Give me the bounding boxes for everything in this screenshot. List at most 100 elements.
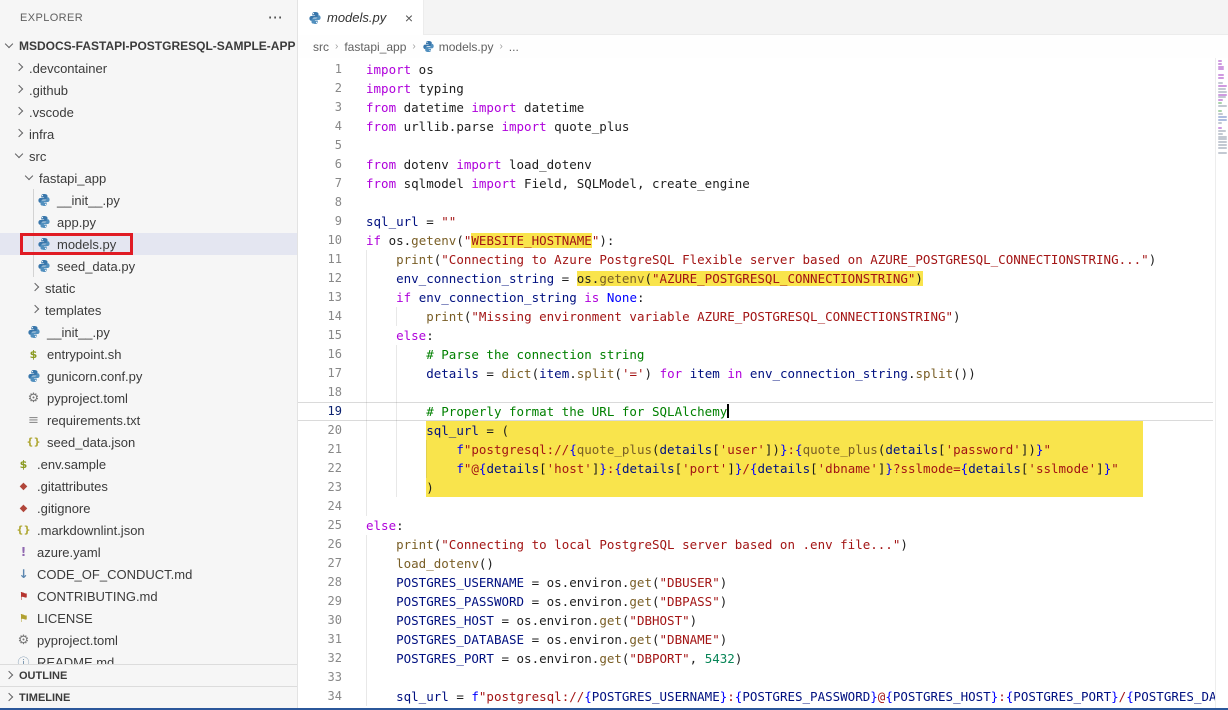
code-line-9[interactable]: 9sql_url = "" <box>298 212 1215 231</box>
flagred-icon: ⚑ <box>16 588 31 604</box>
tree-item-label: pyproject.toml <box>47 391 128 406</box>
code-line-8[interactable]: 8 <box>298 193 1215 212</box>
code-line-16[interactable]: 16 # Parse the connection string <box>298 345 1215 364</box>
code-line-2[interactable]: 2import typing <box>298 79 1215 98</box>
code-line-5[interactable]: 5 <box>298 136 1215 155</box>
sidebar-panels: OUTLINETIMELINE <box>0 664 297 708</box>
breadcrumb-item-fastapi_app[interactable]: fastapi_app <box>344 40 406 54</box>
tree-item-label: MSDOCS-FASTAPI-POSTGRESQL-SAMPLE-APP [GI… <box>19 39 297 53</box>
code-text: if env_connection_string is None: <box>366 288 645 307</box>
code-line-33[interactable]: 33 <box>298 668 1215 687</box>
tree-item-static[interactable]: static <box>0 277 297 299</box>
tree-item-fastapi-app[interactable]: fastapi_app <box>0 167 297 189</box>
tree-item-templates[interactable]: templates <box>0 299 297 321</box>
code-line-19[interactable]: 19 # Properly format the URL for SQLAlch… <box>298 402 1215 421</box>
tree-item-gunicorn-conf-py[interactable]: gunicorn.conf.py <box>0 365 297 387</box>
line-number: 8 <box>298 193 342 212</box>
code-text: f"@{details['host']}:{details['port']}/{… <box>366 459 1119 478</box>
code-line-26[interactable]: 26 print("Connecting to local PostgreSQL… <box>298 535 1215 554</box>
tree-item-gitignore[interactable]: ◆.gitignore <box>0 497 297 519</box>
code-line-27[interactable]: 27 load_dotenv() <box>298 554 1215 573</box>
tree-item-seed-data-py[interactable]: seed_data.py <box>0 255 297 277</box>
tree-item-models-py[interactable]: models.py <box>0 233 297 255</box>
tree-item-pyproject-toml[interactable]: ⚙pyproject.toml <box>0 387 297 409</box>
code-line-12[interactable]: 12 env_connection_string = os.getenv("AZ… <box>298 269 1215 288</box>
tree-item-gitattributes[interactable]: ◆.gitattributes <box>0 475 297 497</box>
line-number: 13 <box>298 288 342 307</box>
code-line-17[interactable]: 17 details = dict(item.split('=') for it… <box>298 364 1215 383</box>
tree-item-entrypoint-sh[interactable]: $entrypoint.sh <box>0 343 297 365</box>
tree-item-label: .devcontainer <box>29 61 107 76</box>
code-line-14[interactable]: 14 print("Missing environment variable A… <box>298 307 1215 326</box>
code-text: import typing <box>366 79 464 98</box>
code-line-24[interactable]: 24 <box>298 497 1215 516</box>
code-line-29[interactable]: 29 POSTGRES_PASSWORD = os.environ.get("D… <box>298 592 1215 611</box>
code-line-21[interactable]: 21 f"postgresql://{quote_plus(details['u… <box>298 440 1215 459</box>
code-text: sql_url = ( <box>366 421 509 440</box>
code-line-32[interactable]: 32 POSTGRES_PORT = os.environ.get("DBPOR… <box>298 649 1215 668</box>
tree-item-infra[interactable]: infra <box>0 123 297 145</box>
tree-item-label: static <box>45 281 75 296</box>
panel-header-timeline[interactable]: TIMELINE <box>0 686 297 708</box>
code-area[interactable]: 1import os2import typing3from datetime i… <box>298 58 1215 706</box>
tree-indent-guide <box>33 189 34 211</box>
git-icon: ◆ <box>16 478 31 494</box>
code-line-4[interactable]: 4from urllib.parse import quote_plus <box>298 117 1215 136</box>
tree-item-vscode[interactable]: .vscode <box>0 101 297 123</box>
tree-item-devcontainer[interactable]: .devcontainer <box>0 57 297 79</box>
code-line-1[interactable]: 1import os <box>298 60 1215 79</box>
tree-item-code-of-conduct-md[interactable]: ↓CODE_OF_CONDUCT.md <box>0 563 297 585</box>
tree-item-seed-data-json[interactable]: {}seed_data.json <box>0 431 297 453</box>
tab-models-py[interactable]: models.py× <box>298 0 424 35</box>
minimap[interactable] <box>1215 58 1228 708</box>
close-icon[interactable]: × <box>405 10 413 26</box>
explorer-title: EXPLORER <box>20 12 83 24</box>
line-number: 33 <box>298 668 342 687</box>
code-line-25[interactable]: 25else: <box>298 516 1215 535</box>
code-line-20[interactable]: 20 sql_url = ( <box>298 421 1215 440</box>
code-line-13[interactable]: 13 if env_connection_string is None: <box>298 288 1215 307</box>
more-actions-icon[interactable]: ⋯ <box>268 13 283 23</box>
tree-item-license[interactable]: ⚑LICENSE <box>0 607 297 629</box>
tree-item-contributing-md[interactable]: ⚑CONTRIBUTING.md <box>0 585 297 607</box>
code-line-23[interactable]: 23 ) <box>298 478 1215 497</box>
minimap-mark <box>1218 74 1224 76</box>
code-line-11[interactable]: 11 print("Connecting to Azure PostgreSQL… <box>298 250 1215 269</box>
tree-item-env-sample[interactable]: $.env.sample <box>0 453 297 475</box>
breadcrumb-item--[interactable]: ... <box>509 40 519 54</box>
breadcrumb-item-models-py[interactable]: models.py <box>422 40 494 54</box>
tree-item-init-py[interactable]: __init__.py <box>0 189 297 211</box>
tree-item-requirements-txt[interactable]: ≡requirements.txt <box>0 409 297 431</box>
breadcrumb-item-src[interactable]: src <box>313 40 329 54</box>
tree-item-markdownlint-json[interactable]: {}.markdownlint.json <box>0 519 297 541</box>
code-text: POSTGRES_DATABASE = os.environ.get("DBNA… <box>366 630 727 649</box>
code-line-30[interactable]: 30 POSTGRES_HOST = os.environ.get("DBHOS… <box>298 611 1215 630</box>
code-line-10[interactable]: 10if os.getenv("WEBSITE_HOSTNAME"): <box>298 231 1215 250</box>
code-line-3[interactable]: 3from datetime import datetime <box>298 98 1215 117</box>
code-line-18[interactable]: 18 <box>298 383 1215 402</box>
minimap-mark <box>1218 116 1227 118</box>
tree-item-src[interactable]: src <box>0 145 297 167</box>
tree-item-github[interactable]: .github <box>0 79 297 101</box>
tree-item-app-py[interactable]: app.py <box>0 211 297 233</box>
code-line-7[interactable]: 7from sqlmodel import Field, SQLModel, c… <box>298 174 1215 193</box>
line-number: 26 <box>298 535 342 554</box>
indent-guide <box>366 497 367 516</box>
code-text: from dotenv import load_dotenv <box>366 155 592 174</box>
chevron-right-icon <box>30 282 42 294</box>
tree-item-azure-yaml[interactable]: !azure.yaml <box>0 541 297 563</box>
tree-item-msdocs-fastapi-postgresql-sample-app-git[interactable]: MSDOCS-FASTAPI-POSTGRESQL-SAMPLE-APP [GI… <box>0 35 297 57</box>
code-line-31[interactable]: 31 POSTGRES_DATABASE = os.environ.get("D… <box>298 630 1215 649</box>
chevron-right-icon <box>14 128 26 140</box>
code-line-34[interactable]: 34 sql_url = f"postgresql://{POSTGRES_US… <box>298 687 1215 706</box>
code-line-22[interactable]: 22 f"@{details['host']}:{details['port']… <box>298 459 1215 478</box>
tree-item-label: entrypoint.sh <box>47 347 121 362</box>
panel-header-outline[interactable]: OUTLINE <box>0 664 297 686</box>
tree-item-init-py[interactable]: __init__.py <box>0 321 297 343</box>
tree-item-pyproject-toml[interactable]: ⚙pyproject.toml <box>0 629 297 651</box>
code-line-6[interactable]: 6from dotenv import load_dotenv <box>298 155 1215 174</box>
line-number: 28 <box>298 573 342 592</box>
code-line-28[interactable]: 28 POSTGRES_USERNAME = os.environ.get("D… <box>298 573 1215 592</box>
code-line-15[interactable]: 15 else: <box>298 326 1215 345</box>
code-text: from sqlmodel import Field, SQLModel, cr… <box>366 174 750 193</box>
